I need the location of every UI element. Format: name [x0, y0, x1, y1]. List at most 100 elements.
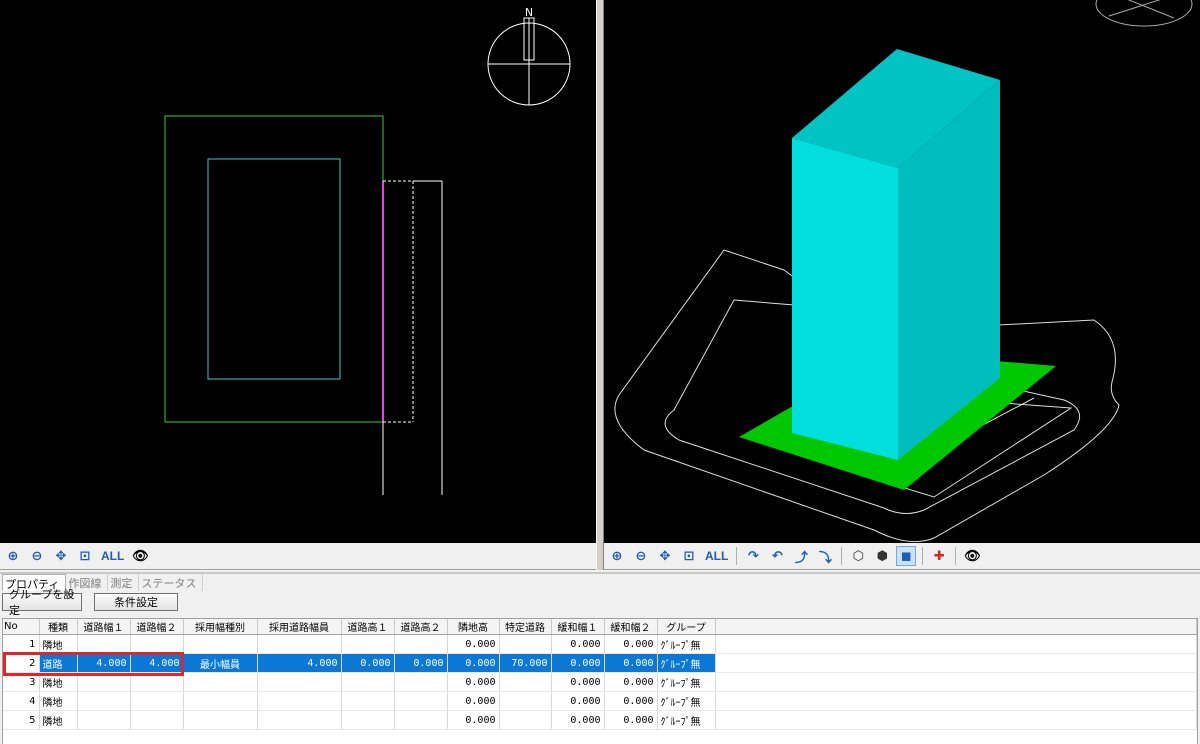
cell-adopt-kind[interactable]	[183, 691, 258, 711]
plan-viewport[interactable]: N	[0, 0, 596, 543]
cell-road-height-2[interactable]	[394, 634, 448, 654]
zoom-out-icon[interactable]: ⊖	[631, 546, 651, 566]
cell-no[interactable]: 5	[3, 710, 40, 730]
table-row[interactable]: 5 隣地 0.000 0.000 0.000 ｸﾞﾙｰﾌﾟ無	[3, 710, 1197, 730]
cell-adjacent-height[interactable]: 0.000	[447, 672, 500, 692]
cell-road-width-1[interactable]: 4.000	[77, 653, 131, 673]
cell-adopt-width[interactable]	[257, 672, 342, 692]
cell-special-road[interactable]	[499, 710, 552, 730]
column-header[interactable]: 採用道路幅員	[257, 619, 342, 635]
cell-ease-width-2[interactable]: 0.000	[604, 634, 658, 654]
table-row-selected[interactable]: 2 道路 4.000 4.000 最小幅員 4.000 0.000 0.000 …	[3, 653, 1197, 673]
rotate-up-icon[interactable]: ⤴	[791, 546, 811, 566]
cell-special-road[interactable]	[499, 634, 552, 654]
column-header[interactable]: 採用幅種別	[183, 619, 258, 635]
cell-no[interactable]: 3	[3, 672, 40, 692]
cell-road-width-2[interactable]	[130, 672, 184, 692]
cell-ease-width-2[interactable]: 0.000	[604, 653, 658, 673]
column-header[interactable]: 緩和幅１	[551, 619, 605, 635]
zoom-in-icon[interactable]: ⊕	[3, 546, 23, 566]
tab-status[interactable]: ステータス	[139, 574, 204, 591]
cell-adjacent-height[interactable]: 0.000	[447, 653, 500, 673]
table-row[interactable]: 4 隣地 0.000 0.000 0.000 ｸﾞﾙｰﾌﾟ無	[3, 691, 1197, 711]
cell-road-width-1[interactable]	[77, 710, 131, 730]
view-icon[interactable]: 👁	[962, 546, 982, 566]
column-header[interactable]: 特定道路	[499, 619, 552, 635]
cell-kind[interactable]: 隣地	[39, 691, 78, 711]
cell-special-road[interactable]	[499, 672, 552, 692]
column-header[interactable]: 緩和幅２	[604, 619, 658, 635]
cell-adjacent-height[interactable]: 0.000	[447, 691, 500, 711]
column-header[interactable]: 道路高１	[341, 619, 395, 635]
cell-special-road[interactable]	[499, 691, 552, 711]
table-row[interactable]: 1 隣地 0.000 0.000 0.000 ｸﾞﾙｰﾌﾟ無	[3, 634, 1197, 654]
cell-road-width-1[interactable]	[77, 691, 131, 711]
pan-icon[interactable]: ✥	[51, 546, 71, 566]
3d-viewport[interactable]	[604, 0, 1200, 543]
cell-road-width-2[interactable]: 4.000	[130, 653, 184, 673]
condition-settings-button[interactable]: 条件設定	[94, 593, 178, 611]
cell-group[interactable]: ｸﾞﾙｰﾌﾟ無	[657, 672, 716, 692]
hidden-line-icon[interactable]: ⬢	[872, 546, 892, 566]
cell-road-height-1[interactable]	[341, 672, 395, 692]
cell-road-width-1[interactable]	[77, 672, 131, 692]
cell-road-height-2[interactable]	[394, 672, 448, 692]
rotate-left-icon[interactable]: ↶	[767, 546, 787, 566]
zoom-window-icon[interactable]: ⊡	[75, 546, 95, 566]
cell-adopt-width[interactable]	[257, 691, 342, 711]
cell-group[interactable]: ｸﾞﾙｰﾌﾟ無	[657, 710, 716, 730]
viewport-splitter[interactable]	[596, 0, 604, 570]
cell-adopt-kind[interactable]	[183, 710, 258, 730]
cell-group[interactable]: ｸﾞﾙｰﾌﾟ無	[657, 634, 716, 654]
wireframe-icon[interactable]: ⬡	[848, 546, 868, 566]
cell-kind[interactable]: 隣地	[39, 710, 78, 730]
cell-ease-width-1[interactable]: 0.000	[551, 634, 605, 654]
set-group-button[interactable]: グループを設定	[2, 588, 82, 617]
cell-ease-width-2[interactable]: 0.000	[604, 691, 658, 711]
cell-no[interactable]: 1	[3, 634, 40, 654]
cell-road-height-1[interactable]	[341, 691, 395, 711]
cell-group[interactable]: ｸﾞﾙｰﾌﾟ無	[657, 653, 716, 673]
cell-kind[interactable]: 隣地	[39, 672, 78, 692]
cell-road-width-2[interactable]	[130, 691, 184, 711]
cell-ease-width-2[interactable]: 0.000	[604, 672, 658, 692]
table-row[interactable]: 3 隣地 0.000 0.000 0.000 ｸﾞﾙｰﾌﾟ無	[3, 672, 1197, 692]
zoom-all-button[interactable]: ALL	[99, 546, 126, 566]
rotate-down-icon[interactable]: ⤵	[815, 546, 835, 566]
column-header[interactable]: 隣地高	[447, 619, 500, 635]
column-header[interactable]: グループ	[657, 619, 716, 635]
cell-adopt-width[interactable]	[257, 634, 342, 654]
zoom-in-icon[interactable]: ⊕	[607, 546, 627, 566]
cell-adopt-kind[interactable]	[183, 634, 258, 654]
cell-adjacent-height[interactable]: 0.000	[447, 634, 500, 654]
cell-ease-width-1[interactable]: 0.000	[551, 653, 605, 673]
cell-adopt-width[interactable]	[257, 710, 342, 730]
cell-road-height-1[interactable]	[341, 634, 395, 654]
rotate-right-icon[interactable]: ↷	[743, 546, 763, 566]
column-header[interactable]: 道路幅２	[130, 619, 184, 635]
zoom-out-icon[interactable]: ⊖	[27, 546, 47, 566]
shaded-icon[interactable]: ◼	[896, 546, 917, 566]
cell-road-width-2[interactable]	[130, 710, 184, 730]
cell-road-height-2[interactable]	[394, 710, 448, 730]
column-header[interactable]: 道路幅１	[77, 619, 131, 635]
cell-road-height-1[interactable]: 0.000	[341, 653, 395, 673]
cell-adopt-kind[interactable]	[183, 672, 258, 692]
cell-adopt-kind[interactable]: 最小幅員	[183, 653, 258, 673]
view-icon[interactable]: 👁	[130, 546, 150, 566]
cell-road-width-2[interactable]	[130, 634, 184, 654]
cell-special-road[interactable]: 70.000	[499, 653, 552, 673]
cell-ease-width-1[interactable]: 0.000	[551, 691, 605, 711]
cell-road-height-1[interactable]	[341, 710, 395, 730]
column-header[interactable]: No	[3, 619, 40, 635]
cell-kind[interactable]: 隣地	[39, 634, 78, 654]
cell-road-width-1[interactable]	[77, 634, 131, 654]
zoom-all-button[interactable]: ALL	[703, 546, 730, 566]
road-grid[interactable]: No 種類 道路幅１ 道路幅２ 採用幅種別 採用道路幅員 道路高１ 道路高２ 隣…	[2, 618, 1198, 744]
tab-measure[interactable]: 測定	[108, 574, 140, 591]
cell-group[interactable]: ｸﾞﾙｰﾌﾟ無	[657, 691, 716, 711]
cell-ease-width-1[interactable]: 0.000	[551, 710, 605, 730]
cell-adjacent-height[interactable]: 0.000	[447, 710, 500, 730]
axis-icon[interactable]: ✚	[929, 546, 949, 566]
pan-icon[interactable]: ✥	[655, 546, 675, 566]
